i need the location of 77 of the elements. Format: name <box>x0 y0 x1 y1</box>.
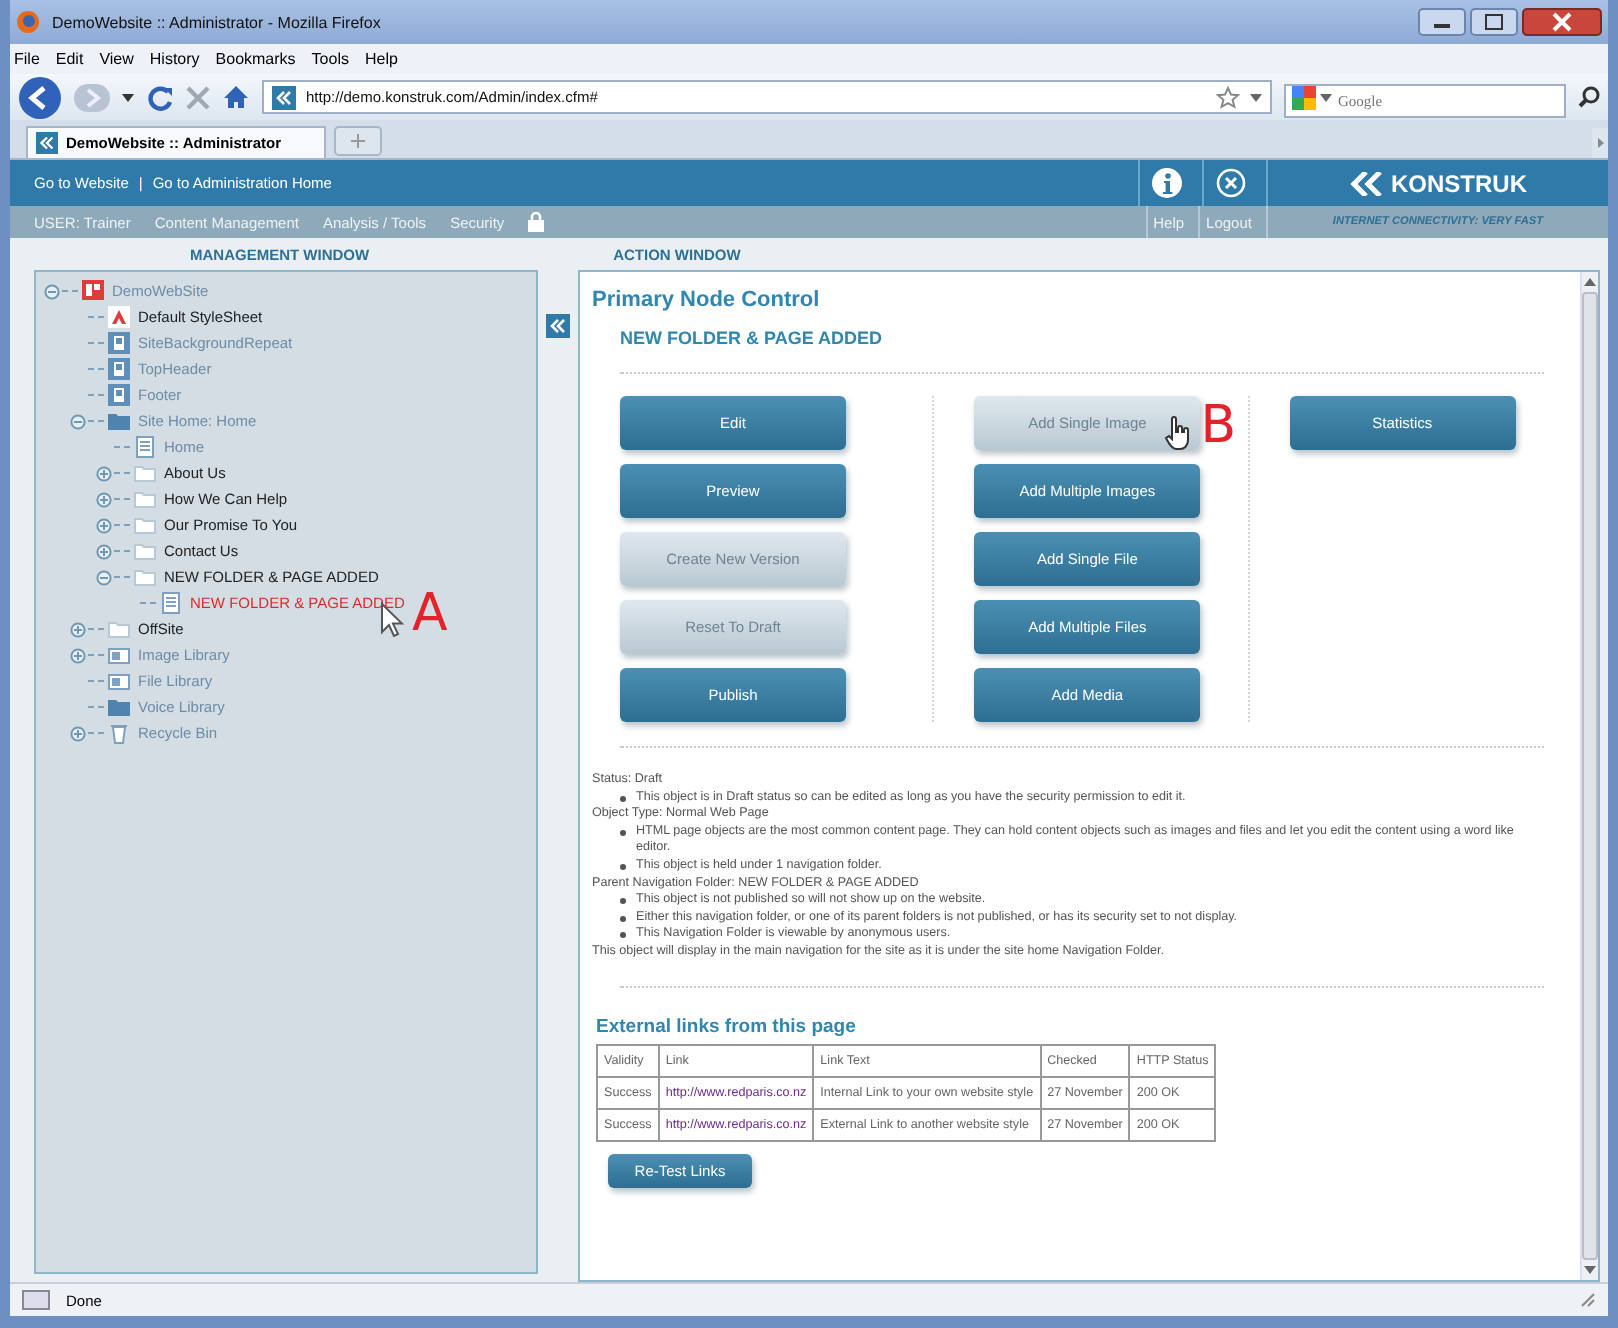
menu-item[interactable]: History <box>149 50 200 68</box>
library-icon <box>108 670 130 692</box>
lock-icon <box>528 212 545 232</box>
menu-item[interactable]: Bookmarks <box>215 50 296 68</box>
back-icon[interactable] <box>18 75 62 119</box>
firefox-icon <box>16 10 40 34</box>
tree-toggle-icon[interactable] <box>96 491 112 507</box>
folder-icon <box>134 488 156 510</box>
hand-cursor-icon <box>1164 416 1193 450</box>
annotation-letter: B <box>1200 402 1237 450</box>
search-engine-icon <box>1292 85 1316 109</box>
home-icon[interactable] <box>222 84 250 110</box>
bullet-icon <box>620 915 626 922</box>
folder-icon <box>108 696 130 718</box>
maximize-icon[interactable] <box>1470 8 1518 36</box>
tree-toggle-icon[interactable] <box>96 543 112 559</box>
status-icon <box>22 1290 50 1310</box>
bullet-icon <box>620 829 626 836</box>
page-icon <box>134 436 156 458</box>
image-icon <box>108 358 130 380</box>
menu-item[interactable]: View <box>99 50 134 68</box>
tree-toggle-icon[interactable] <box>96 465 112 481</box>
resize-grip-icon[interactable] <box>1580 1292 1596 1308</box>
scrollbar[interactable] <box>1580 272 1598 1280</box>
page-icon <box>160 592 182 614</box>
site-icon <box>36 132 58 154</box>
dropdown-icon[interactable] <box>122 93 134 101</box>
menu-item[interactable]: Edit <box>55 50 84 68</box>
dropdown-icon[interactable] <box>1250 93 1262 101</box>
tree-toggle-icon[interactable] <box>70 647 86 663</box>
site-icon <box>82 280 104 302</box>
tree-toggle-icon[interactable] <box>70 413 86 429</box>
menu-item[interactable]: Help <box>364 50 398 68</box>
stylesheet-icon <box>108 306 130 328</box>
folder-icon <box>134 514 156 536</box>
tree-toggle-icon[interactable] <box>96 569 112 585</box>
folder-icon <box>134 540 156 562</box>
dropdown-icon[interactable] <box>1320 93 1332 101</box>
logo-text: KONSTRUK <box>1391 169 1527 197</box>
folder-icon <box>134 566 156 588</box>
minimize-icon[interactable] <box>1418 8 1466 36</box>
logout-icon[interactable] <box>1215 168 1245 198</box>
info-icon[interactable] <box>1151 168 1181 198</box>
section-title: External links from this page <box>596 1015 858 1038</box>
menu-item[interactable]: Tools <box>311 50 349 68</box>
panel-title: Primary Node Control <box>592 288 822 312</box>
bullet-icon <box>620 898 626 905</box>
collapse-icon[interactable] <box>546 314 570 338</box>
chevrons-icon <box>1349 171 1385 195</box>
bullet-icon <box>620 795 626 802</box>
stop-icon[interactable] <box>186 85 210 109</box>
scroll-up-icon[interactable] <box>1584 278 1596 286</box>
bin-icon <box>108 722 130 744</box>
scroll-down-icon[interactable] <box>1584 1266 1596 1274</box>
bullet-icon <box>620 932 626 939</box>
library-icon <box>108 644 130 666</box>
reload-icon[interactable] <box>146 83 174 111</box>
folder-icon <box>108 618 130 640</box>
menu-item[interactable]: File <box>14 50 40 68</box>
tree-toggle-icon[interactable] <box>96 517 112 533</box>
tree-toggle-icon[interactable] <box>44 283 60 299</box>
window-title: DemoWebsite :: Administrator - Mozilla Firefox <box>52 13 381 31</box>
node-title: NEW FOLDER & PAGE ADDED <box>620 328 885 348</box>
folder-icon <box>108 410 130 432</box>
scroll-right-icon[interactable] <box>1592 128 1608 158</box>
annotation-letter: A <box>412 590 448 638</box>
bullet-icon <box>620 863 626 870</box>
image-icon <box>108 332 130 354</box>
new-tab-icon[interactable] <box>334 126 382 156</box>
site-icon <box>272 85 296 109</box>
tree-toggle-icon[interactable] <box>70 621 86 637</box>
search-icon[interactable] <box>1578 86 1600 108</box>
close-icon[interactable] <box>1522 8 1602 36</box>
tree-toggle-icon[interactable] <box>70 725 86 741</box>
image-icon <box>108 384 130 406</box>
star-icon[interactable] <box>1216 85 1240 109</box>
folder-icon <box>134 462 156 484</box>
